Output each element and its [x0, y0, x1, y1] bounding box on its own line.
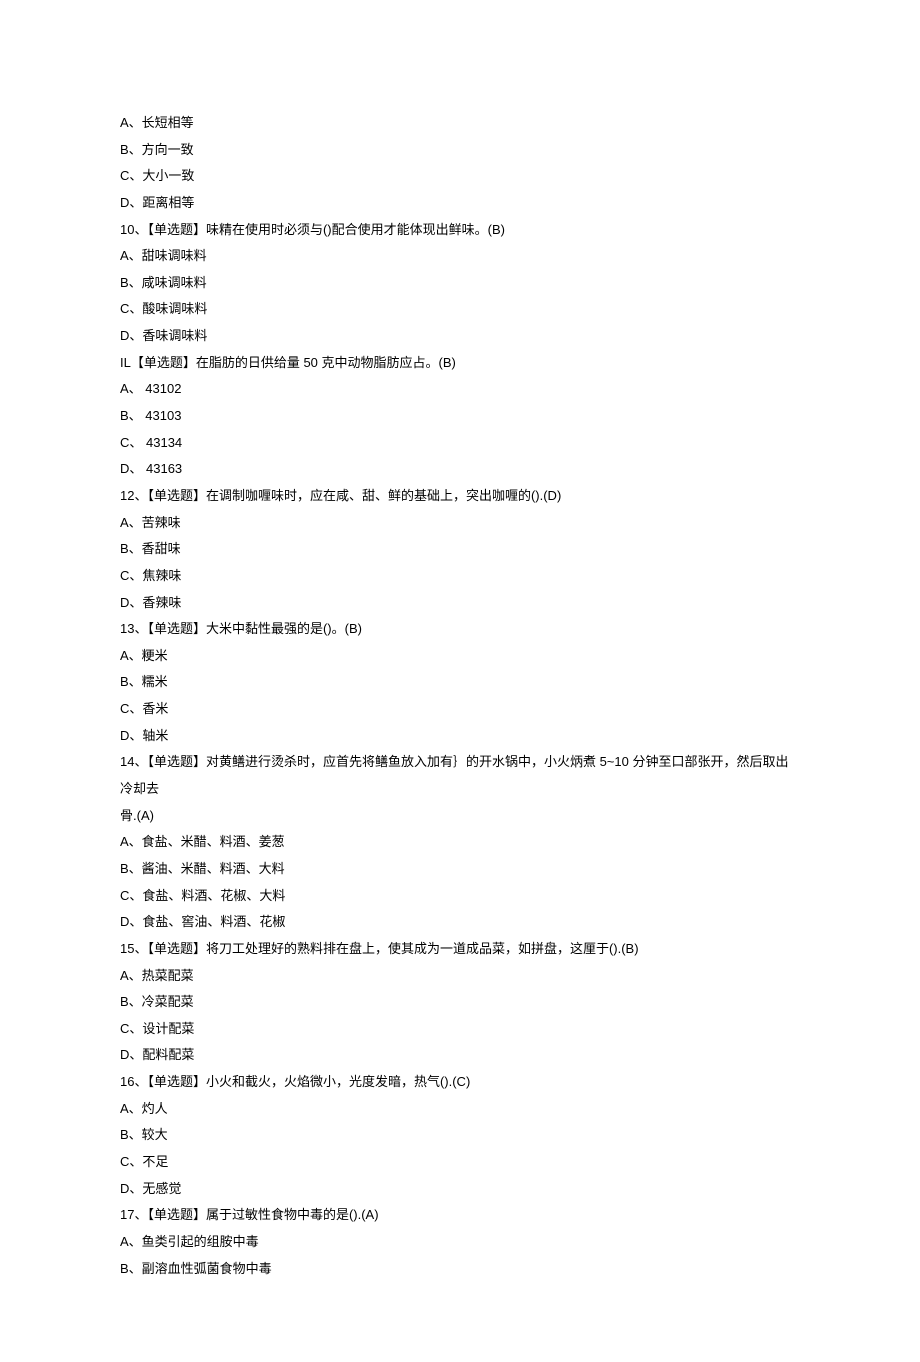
text-line: C、焦辣味 — [120, 563, 800, 590]
text-line: D、配料配菜 — [120, 1042, 800, 1069]
text-line: B、咸味调味料 — [120, 270, 800, 297]
text-line: B、酱油、米醋、料酒、大料 — [120, 856, 800, 883]
text-line: C、香米 — [120, 696, 800, 723]
text-line: B、 43103 — [120, 403, 800, 430]
text-line: B、糯米 — [120, 669, 800, 696]
text-line: A、灼人 — [120, 1096, 800, 1123]
text-line: D、食盐、窖油、料酒、花椒 — [120, 909, 800, 936]
text-line: A、 43102 — [120, 376, 800, 403]
text-line: C、不足 — [120, 1149, 800, 1176]
text-line: A、热菜配菜 — [120, 963, 800, 990]
text-line: 骨.(A) — [120, 803, 800, 830]
text-line: B、副溶血性弧菌食物中毒 — [120, 1256, 800, 1283]
text-line: C、大小一致 — [120, 163, 800, 190]
text-line: A、鱼类引起的组胺中毒 — [120, 1229, 800, 1256]
text-line: C、酸味调味料 — [120, 296, 800, 323]
text-line: B、方向一致 — [120, 137, 800, 164]
text-line: C、食盐、料酒、花椒、大料 — [120, 883, 800, 910]
text-line: D、香辣味 — [120, 590, 800, 617]
text-line: IL【单选题】在脂肪的日供给量 50 克中动物脂肪应占。(B) — [120, 350, 800, 377]
text-line: A、长短相等 — [120, 110, 800, 137]
text-line: B、较大 — [120, 1122, 800, 1149]
text-line: 13、【单选题】大米中黏性最强的是()。(B) — [120, 616, 800, 643]
text-line: 10、【单选题】味精在使用时必须与()配合使用才能体现出鲜味。(B) — [120, 217, 800, 244]
text-line: 16、【单选题】小火和截火，火焰微小，光度发暗，热气().(C) — [120, 1069, 800, 1096]
text-line: A、粳米 — [120, 643, 800, 670]
text-line: 12、【单选题】在调制咖喱味时，应在咸、甜、鲜的基础上，突出咖喱的().(D) — [120, 483, 800, 510]
text-line: 14、【单选题】对黄鳝进行烫杀时，应首先将鳝鱼放入加有｝的开水锅中，小火炳煮 5… — [120, 749, 800, 802]
text-line: A、苦辣味 — [120, 510, 800, 537]
text-line: D、香味调味料 — [120, 323, 800, 350]
text-line: 15、【单选题】将刀工处理好的熟料排在盘上，使其成为一道成品菜，如拼盘，这厘于(… — [120, 936, 800, 963]
text-line: A、甜味调味料 — [120, 243, 800, 270]
text-line: D、轴米 — [120, 723, 800, 750]
text-line: D、 43163 — [120, 456, 800, 483]
text-line: B、香甜味 — [120, 536, 800, 563]
text-line: D、距离相等 — [120, 190, 800, 217]
text-line: C、设计配菜 — [120, 1016, 800, 1043]
text-line: B、冷菜配菜 — [120, 989, 800, 1016]
text-line: C、 43134 — [120, 430, 800, 457]
text-line: A、食盐、米醋、料酒、姜葱 — [120, 829, 800, 856]
text-line: 17、【单选题】属于过敏性食物中毒的是().(A) — [120, 1202, 800, 1229]
text-line: D、无感觉 — [120, 1176, 800, 1203]
